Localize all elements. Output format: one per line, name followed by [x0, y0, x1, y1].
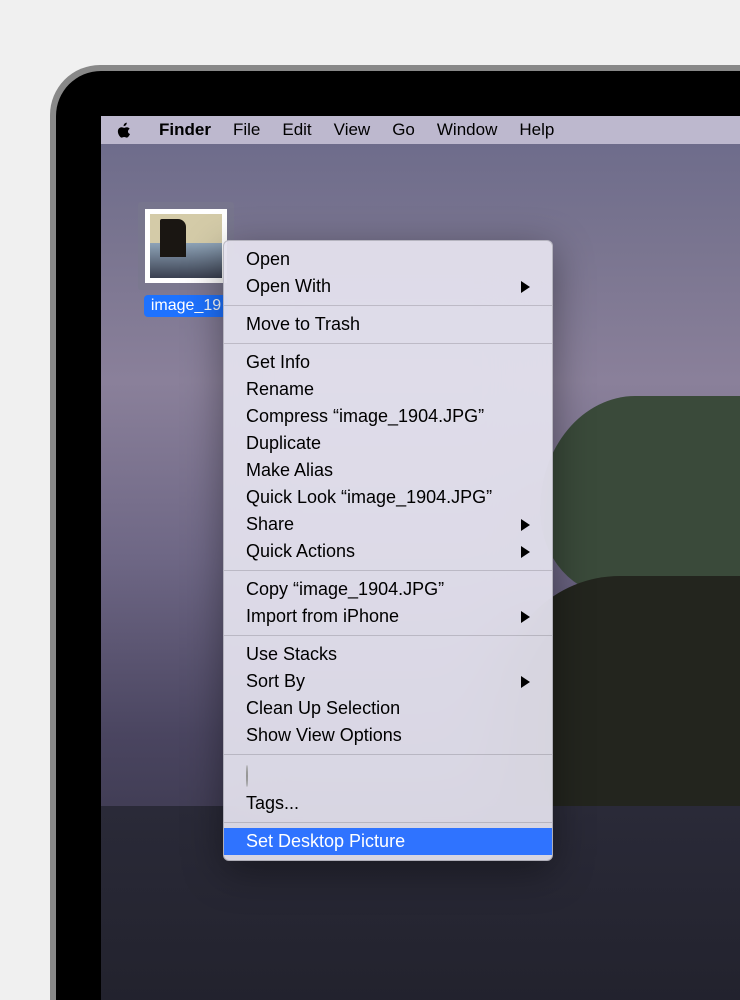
menu-item-label: Show View Options	[246, 725, 402, 746]
menubar-view[interactable]: View	[323, 120, 382, 140]
menu-item-open[interactable]: Open	[224, 246, 552, 273]
menu-separator	[224, 343, 552, 344]
menubar-app-name[interactable]: Finder	[148, 120, 222, 140]
menu-item-label: Compress “image_1904.JPG”	[246, 406, 484, 427]
menubar: Finder File Edit View Go Window Help	[101, 116, 740, 144]
menu-item-tags[interactable]: Tags...	[224, 790, 552, 817]
menu-item-get-info[interactable]: Get Info	[224, 349, 552, 376]
menu-item-label: Tags...	[246, 793, 299, 814]
menu-item-label: Open With	[246, 276, 331, 297]
menu-item-label: Rename	[246, 379, 314, 400]
menu-item-label: Get Info	[246, 352, 310, 373]
file-label[interactable]: image_19	[144, 295, 228, 317]
menu-separator	[224, 822, 552, 823]
desktop-screen: Finder File Edit View Go Window Help ima…	[101, 116, 740, 1000]
menu-tags-row[interactable]	[224, 760, 552, 790]
menu-item-label: Clean Up Selection	[246, 698, 400, 719]
submenu-arrow-icon	[521, 546, 530, 558]
menu-item-copy-image-1904-jpg[interactable]: Copy “image_1904.JPG”	[224, 576, 552, 603]
menu-item-use-stacks[interactable]: Use Stacks	[224, 641, 552, 668]
menu-item-label: Use Stacks	[246, 644, 337, 665]
desktop-file[interactable]: image_19	[136, 202, 236, 322]
menu-item-share[interactable]: Share	[224, 511, 552, 538]
menubar-help[interactable]: Help	[508, 120, 565, 140]
menu-item-label: Quick Actions	[246, 541, 355, 562]
tag-color-none-icon[interactable]	[246, 765, 248, 787]
menu-item-compress-image-1904-jpg[interactable]: Compress “image_1904.JPG”	[224, 403, 552, 430]
file-thumbnail-selection	[138, 202, 234, 290]
menu-item-quick-actions[interactable]: Quick Actions	[224, 538, 552, 565]
menu-separator	[224, 570, 552, 571]
laptop-frame: Finder File Edit View Go Window Help ima…	[50, 65, 740, 1000]
menubar-go[interactable]: Go	[381, 120, 426, 140]
menu-item-label: Sort By	[246, 671, 305, 692]
menu-item-make-alias[interactable]: Make Alias	[224, 457, 552, 484]
menu-item-clean-up-selection[interactable]: Clean Up Selection	[224, 695, 552, 722]
menubar-edit[interactable]: Edit	[271, 120, 322, 140]
menubar-window[interactable]: Window	[426, 120, 508, 140]
submenu-arrow-icon	[521, 519, 530, 531]
menu-item-label: Import from iPhone	[246, 606, 399, 627]
menu-item-open-with[interactable]: Open With	[224, 273, 552, 300]
context-menu: Open Open With Move to Trash Get Info Rename…	[223, 240, 553, 861]
menu-item-label: Share	[246, 514, 294, 535]
menu-item-move-to-trash[interactable]: Move to Trash	[224, 311, 552, 338]
menu-item-show-view-options[interactable]: Show View Options	[224, 722, 552, 749]
menu-item-label: Duplicate	[246, 433, 321, 454]
menu-item-set-desktop-picture[interactable]: Set Desktop Picture	[224, 828, 552, 855]
menu-item-import-from-iphone[interactable]: Import from iPhone	[224, 603, 552, 630]
file-thumbnail-image	[150, 214, 222, 278]
menu-item-rename[interactable]: Rename	[224, 376, 552, 403]
menu-separator	[224, 635, 552, 636]
menu-item-label: Copy “image_1904.JPG”	[246, 579, 444, 600]
menu-item-label: Make Alias	[246, 460, 333, 481]
file-thumbnail-frame	[145, 209, 227, 283]
menu-item-label-highlighted: Set Desktop Picture	[246, 831, 405, 852]
menu-separator	[224, 754, 552, 755]
submenu-arrow-icon	[521, 281, 530, 293]
menu-item-label: Open	[246, 249, 290, 270]
menubar-file[interactable]: File	[222, 120, 271, 140]
submenu-arrow-icon	[521, 676, 530, 688]
apple-menu-icon[interactable]	[115, 122, 132, 139]
menu-item-label: Move to Trash	[246, 314, 360, 335]
submenu-arrow-icon	[521, 611, 530, 623]
menu-item-sort-by[interactable]: Sort By	[224, 668, 552, 695]
menu-item-quick-look-image-1904-jpg[interactable]: Quick Look “image_1904.JPG”	[224, 484, 552, 511]
laptop-bezel: Finder File Edit View Go Window Help ima…	[56, 71, 740, 1000]
menu-item-duplicate[interactable]: Duplicate	[224, 430, 552, 457]
menu-item-label: Quick Look “image_1904.JPG”	[246, 487, 492, 508]
menu-separator	[224, 305, 552, 306]
